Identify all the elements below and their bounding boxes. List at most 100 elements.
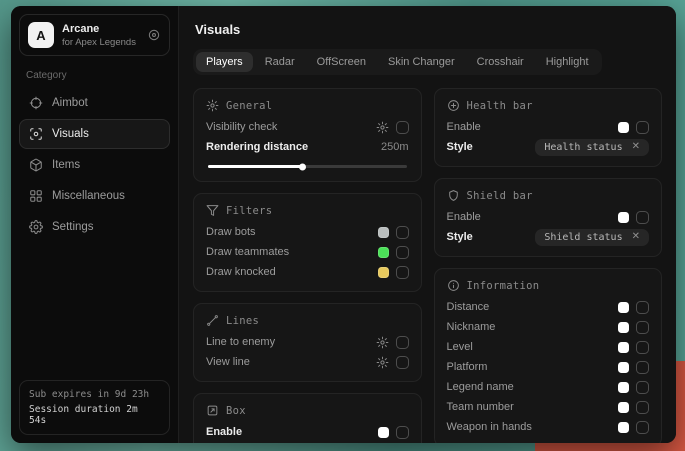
card-title: General	[226, 100, 272, 112]
checkbox[interactable]	[396, 121, 409, 134]
sidebar-item-visuals[interactable]: Visuals	[19, 119, 170, 149]
gear-icon[interactable]	[376, 356, 389, 369]
setting-row-draw-bots: Draw bots	[206, 222, 409, 242]
health-style-select[interactable]: Health status ✕	[535, 139, 649, 156]
slider-value: 250m	[381, 141, 409, 153]
tab-skin-changer[interactable]: Skin Changer	[378, 52, 465, 72]
color-swatch[interactable]	[378, 427, 389, 438]
health-icon	[447, 99, 460, 112]
color-swatch[interactable]	[618, 342, 629, 353]
app-logo-letter: A	[36, 28, 45, 43]
checkbox[interactable]	[636, 301, 649, 314]
checkbox[interactable]	[636, 361, 649, 374]
card-box: Box Enable Enable background	[193, 393, 422, 443]
setting-row-weapon-in-hands: Weapon in hands	[447, 417, 650, 437]
setting-row-shield-enable: Enable	[447, 207, 650, 227]
checkbox[interactable]	[396, 246, 409, 259]
setting-row-visibility-check: Visibility check	[206, 117, 409, 137]
setting-row-draw-teammates: Draw teammates	[206, 242, 409, 262]
color-swatch[interactable]	[618, 212, 629, 223]
subscription-card: Sub expires in 9d 23h Session duration 2…	[19, 380, 170, 435]
card-title: Filters	[226, 205, 272, 217]
sidebar-item-aimbot[interactable]: Aimbot	[19, 88, 170, 118]
tab-bar: Players Radar OffScreen Skin Changer Cro…	[193, 49, 602, 75]
category-label: Category	[26, 70, 163, 81]
tab-offscreen[interactable]: OffScreen	[307, 52, 376, 72]
color-swatch[interactable]	[378, 227, 389, 238]
shield-style-select[interactable]: Shield status ✕	[535, 229, 649, 246]
card-lines: Lines Line to enemy View line	[193, 303, 422, 382]
card-general-header: General	[206, 99, 409, 112]
tab-crosshair[interactable]: Crosshair	[467, 52, 534, 72]
color-swatch[interactable]	[618, 322, 629, 333]
sidebar-item-label: Miscellaneous	[52, 190, 125, 202]
shield-icon	[447, 189, 460, 202]
target-icon[interactable]	[147, 28, 161, 42]
setting-row-draw-knocked: Draw knocked	[206, 262, 409, 282]
checkbox[interactable]	[396, 226, 409, 239]
app-header-card[interactable]: A Arcane for Apex Legends	[19, 14, 170, 56]
crosshair-icon	[29, 96, 43, 110]
tab-radar[interactable]: Radar	[255, 52, 305, 72]
tab-players[interactable]: Players	[196, 52, 253, 72]
sidebar-item-items[interactable]: Items	[19, 150, 170, 180]
setting-row-line-to-enemy: Line to enemy	[206, 332, 409, 352]
close-icon[interactable]: ✕	[632, 232, 640, 242]
checkbox[interactable]	[396, 266, 409, 279]
sidebar-item-label: Aimbot	[52, 97, 88, 109]
checkbox[interactable]	[636, 401, 649, 414]
card-information: Information Distance Nickname	[434, 268, 663, 443]
card-information-header: Information	[447, 279, 650, 292]
app-logo: A	[28, 22, 54, 48]
slider-fill	[208, 165, 303, 168]
setting-row-view-line: View line	[206, 352, 409, 372]
card-title: Box	[226, 405, 246, 417]
checkbox[interactable]	[636, 211, 649, 224]
card-health-bar: Health bar Enable Style Health status	[434, 88, 663, 167]
color-swatch[interactable]	[618, 422, 629, 433]
close-icon[interactable]: ✕	[632, 142, 640, 152]
color-swatch[interactable]	[618, 122, 629, 133]
sidebar-item-miscellaneous[interactable]: Miscellaneous	[19, 181, 170, 211]
funnel-icon	[206, 204, 219, 217]
setting-row-distance: Distance	[447, 297, 650, 317]
card-lines-header: Lines	[206, 314, 409, 327]
tab-highlight[interactable]: Highlight	[536, 52, 599, 72]
checkbox[interactable]	[636, 121, 649, 134]
box-icon	[206, 404, 219, 417]
rendering-distance-slider[interactable]	[208, 165, 407, 168]
app-meta: Arcane for Apex Legends	[62, 23, 139, 48]
checkbox[interactable]	[396, 426, 409, 439]
sub-expiry-text: Sub expires in 9d 23h	[29, 389, 160, 400]
setting-row-box-enable: Enable	[206, 422, 409, 442]
checkbox[interactable]	[636, 321, 649, 334]
card-title: Information	[467, 280, 540, 292]
info-icon	[447, 279, 460, 292]
color-swatch[interactable]	[378, 267, 389, 278]
checkbox[interactable]	[636, 381, 649, 394]
content-columns: General Visibility check Rendering dista…	[193, 88, 662, 430]
checkbox[interactable]	[636, 341, 649, 354]
color-swatch[interactable]	[618, 302, 629, 313]
card-general: General Visibility check Rendering dista…	[193, 88, 422, 182]
setting-row-legend-name: Legend name	[447, 377, 650, 397]
sidebar-item-label: Settings	[52, 221, 94, 233]
app-window: A Arcane for Apex Legends Category Aimbo…	[11, 6, 676, 443]
gear-icon[interactable]	[376, 121, 389, 134]
setting-row-box-background: Enable background	[206, 442, 409, 443]
setting-row-shield-style: Style Shield status ✕	[447, 227, 650, 247]
setting-row-platform: Platform	[447, 357, 650, 377]
package-icon	[29, 158, 43, 172]
color-swatch[interactable]	[618, 382, 629, 393]
color-swatch[interactable]	[378, 247, 389, 258]
sidebar-item-settings[interactable]: Settings	[19, 212, 170, 242]
gear-icon[interactable]	[376, 336, 389, 349]
checkbox[interactable]	[396, 336, 409, 349]
setting-row-health-enable: Enable	[447, 117, 650, 137]
checkbox[interactable]	[396, 356, 409, 369]
checkbox[interactable]	[636, 421, 649, 434]
color-swatch[interactable]	[618, 402, 629, 413]
card-box-header: Box	[206, 404, 409, 417]
color-swatch[interactable]	[618, 362, 629, 373]
gear-icon	[206, 99, 219, 112]
